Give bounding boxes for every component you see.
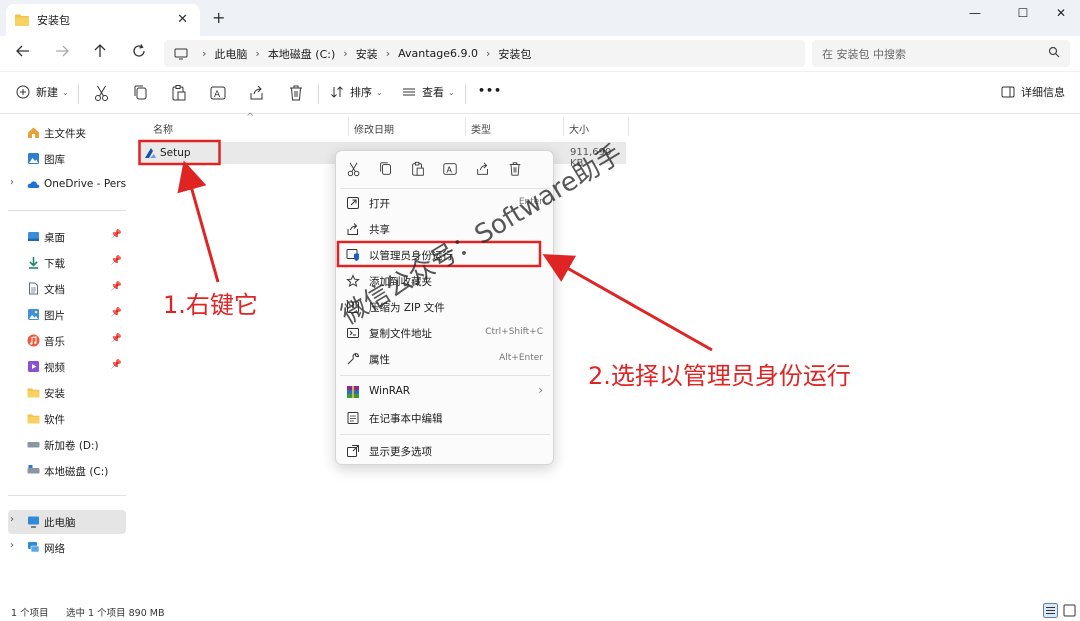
status-bar: 1 个项目 选中 1 个项目 890 MB [0, 600, 1080, 621]
item-count: 1 个项目 [11, 608, 49, 619]
selection-info: 选中 1 个项目 890 MB [66, 608, 165, 619]
highlight-box-setup [138, 139, 221, 166]
arrow-to-run-as-admin [542, 254, 713, 352]
details-view-icon[interactable] [1043, 603, 1058, 618]
arrow-to-setup [177, 160, 220, 283]
annotation-step-2: 2.选择以管理员身份运行 [588, 362, 851, 390]
annotation-step-1: 1.右键它 [163, 291, 258, 319]
thumbnail-view-icon[interactable] [1062, 603, 1077, 618]
annotation-overlay [138, 139, 713, 352]
